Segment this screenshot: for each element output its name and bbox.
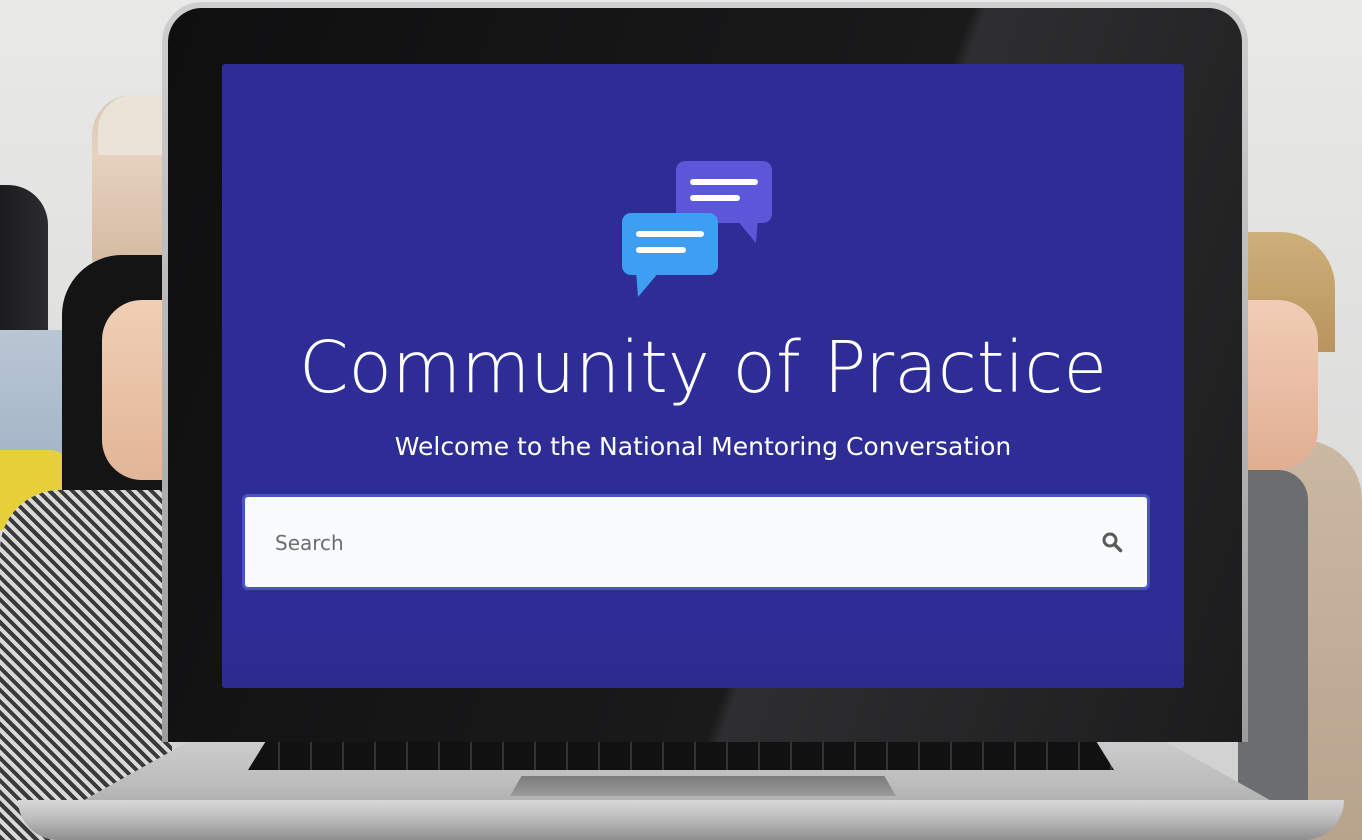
page-subtitle: Welcome to the National Mentoring Conver… (394, 432, 1012, 461)
laptop-keyboard (248, 742, 1114, 770)
laptop-bezel: Community of Practice Welcome to the Nat… (168, 8, 1242, 742)
chat-bubbles-icon (622, 161, 772, 297)
search-button[interactable] (1097, 527, 1127, 557)
person-right-face (1240, 300, 1318, 470)
laptop-trackpad (510, 776, 896, 796)
laptop-front-edge (18, 800, 1344, 840)
person-right-shirt (1238, 470, 1308, 840)
laptop-lid: Community of Practice Welcome to the Nat… (162, 2, 1248, 742)
search-input[interactable] (275, 521, 1055, 565)
screen-shade (222, 618, 1184, 688)
person-older-man-hair (98, 95, 168, 155)
magnifying-glass-icon (1102, 532, 1123, 553)
page-title: Community of Practice (298, 326, 1108, 409)
search-box (242, 494, 1150, 590)
screen: Community of Practice Welcome to the Nat… (222, 64, 1184, 688)
